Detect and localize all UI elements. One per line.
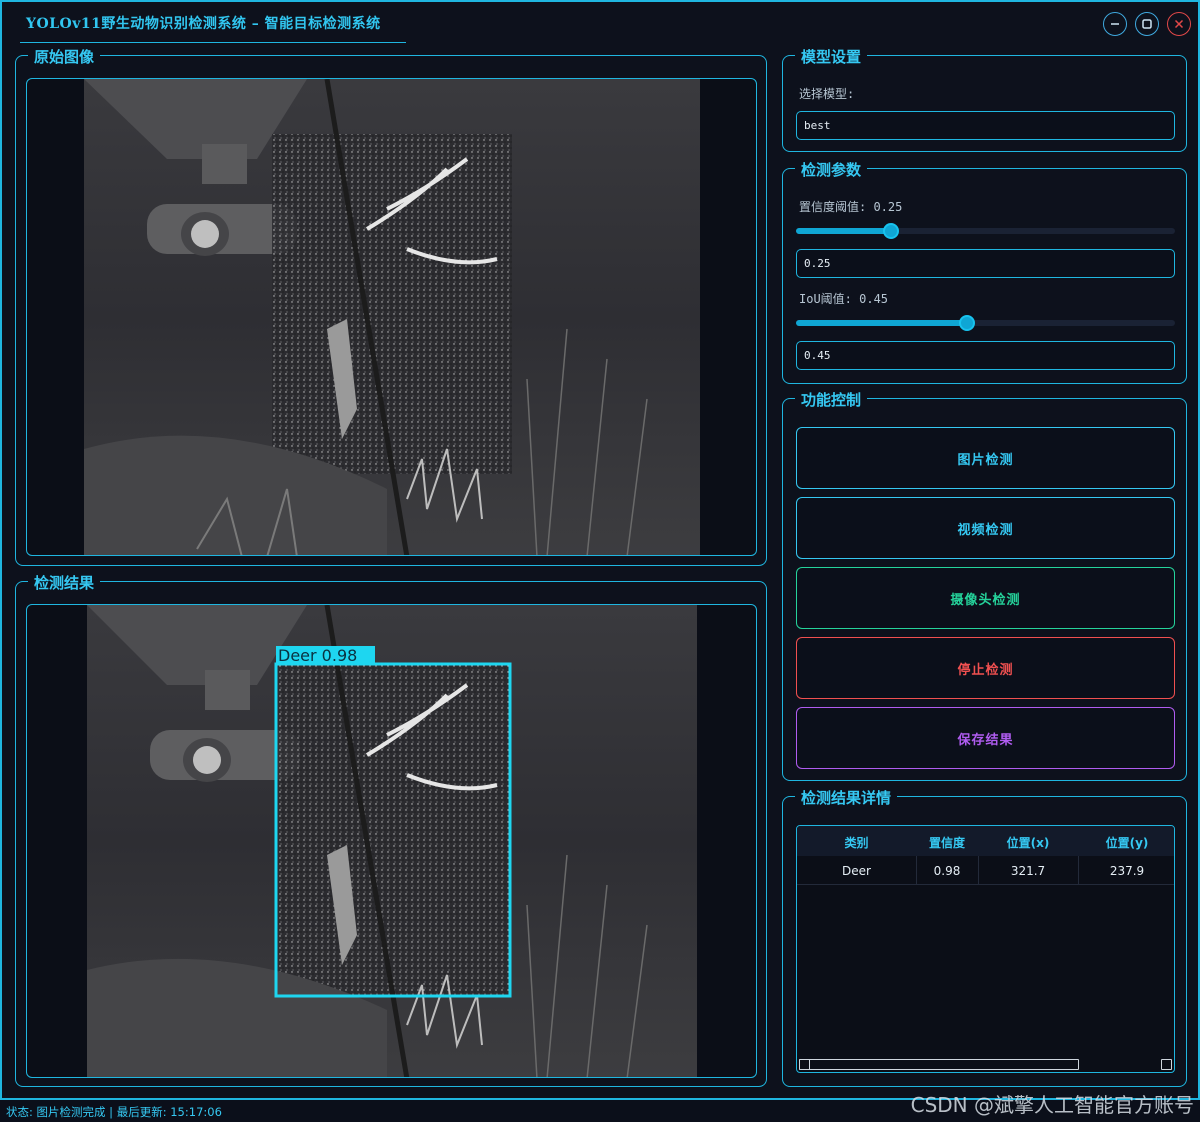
- scrollbar-thumb[interactable]: [799, 1059, 1079, 1070]
- detection-label: Deer 0.98: [278, 646, 357, 665]
- horizontal-scrollbar[interactable]: [799, 1059, 1172, 1071]
- table-row[interactable]: Deer 0.98 321.7 237.9: [797, 856, 1174, 885]
- cell-class: Deer: [842, 864, 871, 878]
- function-control-panel: 功能控制 图片检测 视频检测 摄像头检测 停止检测 保存结果: [782, 389, 1187, 781]
- app-window: YOLOv11野生动物识别检测系统 – 智能目标检测系统 原始图像 检测结果 D…: [0, 0, 1200, 1100]
- confidence-slider-handle[interactable]: [882, 223, 899, 239]
- window-title: YOLOv11野生动物识别检测系统 – 智能目标检测系统: [26, 16, 381, 32]
- original-image-panel: 原始图像: [15, 46, 767, 566]
- function-control-title: 功能控制: [795, 389, 868, 410]
- iou-label: IoU阈值: 0.45: [799, 292, 889, 306]
- column-header-class[interactable]: 类别: [797, 834, 916, 851]
- result-image-frame: Deer 0.98: [26, 604, 757, 1078]
- column-divider: [978, 856, 979, 885]
- maximize-icon: [1142, 19, 1152, 29]
- minimize-icon: [1111, 23, 1119, 25]
- video-detect-button[interactable]: 视频检测: [796, 497, 1175, 559]
- stop-detect-label: 停止检测: [957, 662, 1014, 678]
- column-divider: [1078, 856, 1079, 885]
- detection-params-title: 检测参数: [795, 159, 868, 180]
- model-settings-title: 模型设置: [795, 46, 868, 67]
- results-detail-title: 检测结果详情: [795, 787, 898, 808]
- table-header: 类别 置信度 位置(x) 位置(y): [797, 826, 1174, 856]
- model-select-label: 选择模型:: [799, 87, 855, 101]
- save-results-button[interactable]: 保存结果: [796, 707, 1175, 769]
- column-divider: [916, 856, 917, 885]
- minimize-button[interactable]: [1103, 12, 1127, 36]
- camera-detect-button[interactable]: 摄像头检测: [796, 567, 1175, 629]
- title-bar: YOLOv11野生动物识别检测系统 – 智能目标检测系统: [2, 2, 1198, 44]
- video-detect-label: 视频检测: [957, 522, 1014, 538]
- status-text: 状态: 图片检测完成 | 最后更新: 15:17:06: [6, 1105, 222, 1119]
- confidence-slider[interactable]: [796, 223, 1175, 239]
- detection-result-panel: 检测结果 Deer 0.98: [15, 572, 767, 1087]
- iou-input[interactable]: 0.45: [796, 341, 1175, 370]
- results-detail-panel: 检测结果详情 类别 置信度 位置(x) 位置(y) Deer 0.98 321.…: [782, 787, 1187, 1087]
- image-detect-button[interactable]: 图片检测: [796, 427, 1175, 489]
- cell-y: 237.9: [1109, 864, 1145, 878]
- cell-x: 321.7: [1010, 864, 1046, 878]
- detection-result-title: 检测结果: [28, 572, 101, 593]
- camera-detect-label: 摄像头检测: [950, 592, 1021, 608]
- save-results-label: 保存结果: [957, 732, 1014, 748]
- image-detect-label: 图片检测: [957, 452, 1014, 468]
- confidence-label: 置信度阈值: 0.25: [799, 200, 903, 214]
- iou-slider-fill: [796, 320, 967, 326]
- scrollbar-right-arrow[interactable]: [1161, 1059, 1172, 1070]
- original-image: [84, 79, 700, 555]
- column-header-y[interactable]: 位置(y): [1078, 834, 1174, 851]
- cell-confidence: 0.98: [933, 864, 961, 878]
- iou-slider[interactable]: [796, 315, 1175, 331]
- original-image-frame: [26, 78, 757, 556]
- detection-params-panel: 检测参数 置信度阈值: 0.25 0.25 IoU阈值: 0.45 0.45: [782, 159, 1187, 384]
- confidence-input[interactable]: 0.25: [796, 249, 1175, 278]
- close-button[interactable]: [1167, 12, 1191, 36]
- column-header-confidence[interactable]: 置信度: [916, 834, 978, 851]
- watermark: CSDN @斌擎人工智能官方账号: [910, 1093, 1194, 1117]
- result-image: Deer 0.98: [87, 605, 697, 1077]
- model-select[interactable]: best: [796, 111, 1175, 140]
- stop-detect-button[interactable]: 停止检测: [796, 637, 1175, 699]
- column-header-x[interactable]: 位置(x): [978, 834, 1078, 851]
- model-settings-panel: 模型设置 选择模型: best: [782, 46, 1187, 152]
- close-icon: [1174, 19, 1184, 29]
- confidence-slider-fill: [796, 228, 891, 234]
- results-table: 类别 置信度 位置(x) 位置(y) Deer 0.98 321.7 237.9: [796, 825, 1175, 1073]
- original-image-title: 原始图像: [28, 46, 101, 67]
- iou-slider-handle[interactable]: [958, 315, 975, 331]
- title-underline: [20, 42, 406, 43]
- maximize-button[interactable]: [1135, 12, 1159, 36]
